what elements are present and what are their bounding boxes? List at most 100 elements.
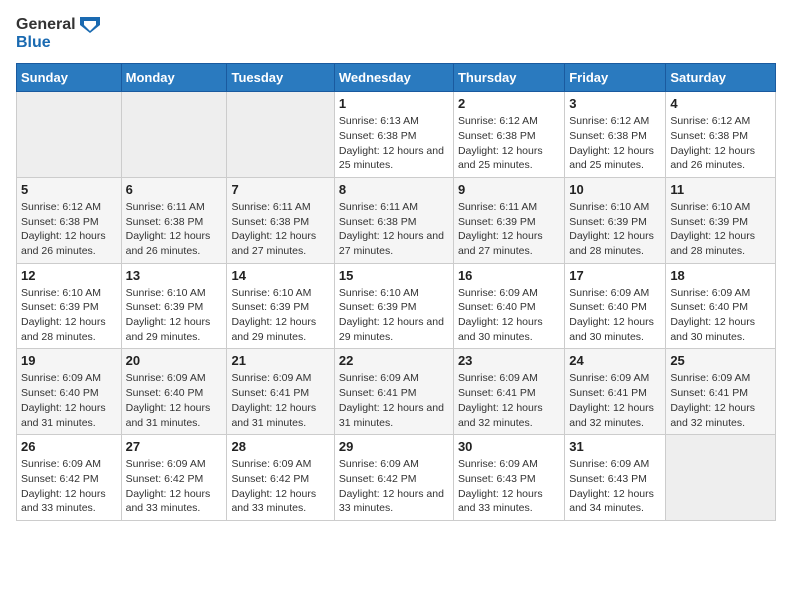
day-number: 27 xyxy=(126,439,223,454)
calendar-cell: 6 Sunrise: 6:11 AM Sunset: 6:38 PM Daylig… xyxy=(121,177,227,263)
day-number: 17 xyxy=(569,268,661,283)
day-info: Sunrise: 6:11 AM Sunset: 6:38 PM Dayligh… xyxy=(126,200,223,259)
day-number: 4 xyxy=(670,96,771,111)
calendar-week-row: 12 Sunrise: 6:10 AM Sunset: 6:39 PM Dayli… xyxy=(17,263,776,349)
calendar-cell: 10 Sunrise: 6:10 AM Sunset: 6:39 PM Dayli… xyxy=(565,177,666,263)
calendar-cell: 15 Sunrise: 6:10 AM Sunset: 6:39 PM Dayli… xyxy=(334,263,453,349)
day-info: Sunrise: 6:09 AM Sunset: 6:43 PM Dayligh… xyxy=(458,457,560,516)
calendar-cell: 14 Sunrise: 6:10 AM Sunset: 6:39 PM Dayli… xyxy=(227,263,334,349)
calendar-cell: 4Sunrise: 6:12 AM Sunset: 6:38 PM Daylig… xyxy=(666,92,776,178)
calendar-cell: 7 Sunrise: 6:11 AM Sunset: 6:38 PM Daylig… xyxy=(227,177,334,263)
day-number: 10 xyxy=(569,182,661,197)
day-info: Sunrise: 6:09 AM Sunset: 6:43 PM Dayligh… xyxy=(569,457,661,516)
calendar-week-row: 1 Sunrise: 6:13 AM Sunset: 6:38 PM Daylig… xyxy=(17,92,776,178)
logo-arrow-icon xyxy=(80,17,100,33)
day-info: Sunrise: 6:10 AM Sunset: 6:39 PM Dayligh… xyxy=(21,286,117,345)
calendar-cell: 24Sunrise: 6:09 AM Sunset: 6:41 PM Dayli… xyxy=(565,349,666,435)
day-number: 28 xyxy=(231,439,329,454)
day-info: Sunrise: 6:09 AM Sunset: 6:41 PM Dayligh… xyxy=(231,371,329,430)
weekday-header: Saturday xyxy=(666,64,776,92)
calendar-cell: 31 Sunrise: 6:09 AM Sunset: 6:43 PM Dayli… xyxy=(565,435,666,521)
day-number: 13 xyxy=(126,268,223,283)
day-info: Sunrise: 6:09 AM Sunset: 6:40 PM Dayligh… xyxy=(21,371,117,430)
calendar-cell: 9 Sunrise: 6:11 AM Sunset: 6:39 PM Daylig… xyxy=(453,177,564,263)
day-number: 7 xyxy=(231,182,329,197)
weekday-header: Sunday xyxy=(17,64,122,92)
day-info: Sunrise: 6:09 AM Sunset: 6:41 PM Dayligh… xyxy=(569,371,661,430)
day-number: 5 xyxy=(21,182,117,197)
calendar-table: SundayMondayTuesdayWednesdayThursdayFrid… xyxy=(16,63,776,521)
calendar-cell: 5 Sunrise: 6:12 AM Sunset: 6:38 PM Daylig… xyxy=(17,177,122,263)
day-number: 1 xyxy=(339,96,449,111)
calendar-cell: 29Sunrise: 6:09 AM Sunset: 6:42 PM Dayli… xyxy=(334,435,453,521)
calendar-cell xyxy=(227,92,334,178)
day-info: Sunrise: 6:10 AM Sunset: 6:39 PM Dayligh… xyxy=(231,286,329,345)
day-info: Sunrise: 6:09 AM Sunset: 6:40 PM Dayligh… xyxy=(126,371,223,430)
logo-text: General Blue xyxy=(16,16,100,51)
weekday-header: Tuesday xyxy=(227,64,334,92)
calendar-cell: 12 Sunrise: 6:10 AM Sunset: 6:39 PM Dayli… xyxy=(17,263,122,349)
day-number: 31 xyxy=(569,439,661,454)
logo: General Blue xyxy=(16,16,100,51)
weekday-header: Wednesday xyxy=(334,64,453,92)
day-info: Sunrise: 6:10 AM Sunset: 6:39 PM Dayligh… xyxy=(670,200,771,259)
calendar-week-row: 5 Sunrise: 6:12 AM Sunset: 6:38 PM Daylig… xyxy=(17,177,776,263)
calendar-cell: 30 Sunrise: 6:09 AM Sunset: 6:43 PM Dayli… xyxy=(453,435,564,521)
day-info: Sunrise: 6:09 AM Sunset: 6:41 PM Dayligh… xyxy=(670,371,771,430)
day-info: Sunrise: 6:09 AM Sunset: 6:42 PM Dayligh… xyxy=(231,457,329,516)
day-number: 19 xyxy=(21,353,117,368)
day-info: Sunrise: 6:09 AM Sunset: 6:42 PM Dayligh… xyxy=(21,457,117,516)
day-info: Sunrise: 6:10 AM Sunset: 6:39 PM Dayligh… xyxy=(339,286,449,345)
day-info: Sunrise: 6:12 AM Sunset: 6:38 PM Dayligh… xyxy=(458,114,560,173)
page-header: General Blue xyxy=(16,16,776,51)
calendar-cell: 17 Sunrise: 6:09 AM Sunset: 6:40 PM Dayli… xyxy=(565,263,666,349)
day-number: 11 xyxy=(670,182,771,197)
day-number: 3 xyxy=(569,96,661,111)
calendar-cell: 21Sunrise: 6:09 AM Sunset: 6:41 PM Dayli… xyxy=(227,349,334,435)
day-info: Sunrise: 6:09 AM Sunset: 6:40 PM Dayligh… xyxy=(569,286,661,345)
day-number: 16 xyxy=(458,268,560,283)
day-number: 30 xyxy=(458,439,560,454)
calendar-cell xyxy=(666,435,776,521)
day-number: 14 xyxy=(231,268,329,283)
calendar-cell: 26 Sunrise: 6:09 AM Sunset: 6:42 PM Dayli… xyxy=(17,435,122,521)
calendar-cell: 22 Sunrise: 6:09 AM Sunset: 6:41 PM Dayli… xyxy=(334,349,453,435)
calendar-cell: 19 Sunrise: 6:09 AM Sunset: 6:40 PM Dayli… xyxy=(17,349,122,435)
day-info: Sunrise: 6:11 AM Sunset: 6:39 PM Dayligh… xyxy=(458,200,560,259)
day-info: Sunrise: 6:09 AM Sunset: 6:42 PM Dayligh… xyxy=(126,457,223,516)
calendar-cell xyxy=(121,92,227,178)
day-number: 20 xyxy=(126,353,223,368)
calendar-cell: 13 Sunrise: 6:10 AM Sunset: 6:39 PM Dayli… xyxy=(121,263,227,349)
calendar-cell: 23Sunrise: 6:09 AM Sunset: 6:41 PM Dayli… xyxy=(453,349,564,435)
day-number: 26 xyxy=(21,439,117,454)
day-info: Sunrise: 6:10 AM Sunset: 6:39 PM Dayligh… xyxy=(569,200,661,259)
day-number: 9 xyxy=(458,182,560,197)
day-info: Sunrise: 6:12 AM Sunset: 6:38 PM Dayligh… xyxy=(569,114,661,173)
day-number: 12 xyxy=(21,268,117,283)
day-number: 18 xyxy=(670,268,771,283)
day-number: 6 xyxy=(126,182,223,197)
calendar-cell: 18 Sunrise: 6:09 AM Sunset: 6:40 PM Dayli… xyxy=(666,263,776,349)
calendar-week-row: 19 Sunrise: 6:09 AM Sunset: 6:40 PM Dayli… xyxy=(17,349,776,435)
day-info: Sunrise: 6:09 AM Sunset: 6:41 PM Dayligh… xyxy=(458,371,560,430)
day-number: 8 xyxy=(339,182,449,197)
calendar-cell: 27 Sunrise: 6:09 AM Sunset: 6:42 PM Dayli… xyxy=(121,435,227,521)
weekday-header: Friday xyxy=(565,64,666,92)
calendar-cell: 11 Sunrise: 6:10 AM Sunset: 6:39 PM Dayli… xyxy=(666,177,776,263)
day-info: Sunrise: 6:10 AM Sunset: 6:39 PM Dayligh… xyxy=(126,286,223,345)
day-number: 15 xyxy=(339,268,449,283)
day-info: Sunrise: 6:09 AM Sunset: 6:40 PM Dayligh… xyxy=(670,286,771,345)
calendar-cell: 28 Sunrise: 6:09 AM Sunset: 6:42 PM Dayli… xyxy=(227,435,334,521)
calendar-cell: 25Sunrise: 6:09 AM Sunset: 6:41 PM Dayli… xyxy=(666,349,776,435)
day-info: Sunrise: 6:09 AM Sunset: 6:40 PM Dayligh… xyxy=(458,286,560,345)
day-info: Sunrise: 6:11 AM Sunset: 6:38 PM Dayligh… xyxy=(231,200,329,259)
calendar-week-row: 26 Sunrise: 6:09 AM Sunset: 6:42 PM Dayli… xyxy=(17,435,776,521)
day-info: Sunrise: 6:09 AM Sunset: 6:41 PM Dayligh… xyxy=(339,371,449,430)
day-number: 22 xyxy=(339,353,449,368)
weekday-header: Thursday xyxy=(453,64,564,92)
day-info: Sunrise: 6:12 AM Sunset: 6:38 PM Dayligh… xyxy=(21,200,117,259)
calendar-cell: 16 Sunrise: 6:09 AM Sunset: 6:40 PM Dayli… xyxy=(453,263,564,349)
calendar-cell: 3 Sunrise: 6:12 AM Sunset: 6:38 PM Daylig… xyxy=(565,92,666,178)
day-info: Sunrise: 6:13 AM Sunset: 6:38 PM Dayligh… xyxy=(339,114,449,173)
day-number: 29 xyxy=(339,439,449,454)
